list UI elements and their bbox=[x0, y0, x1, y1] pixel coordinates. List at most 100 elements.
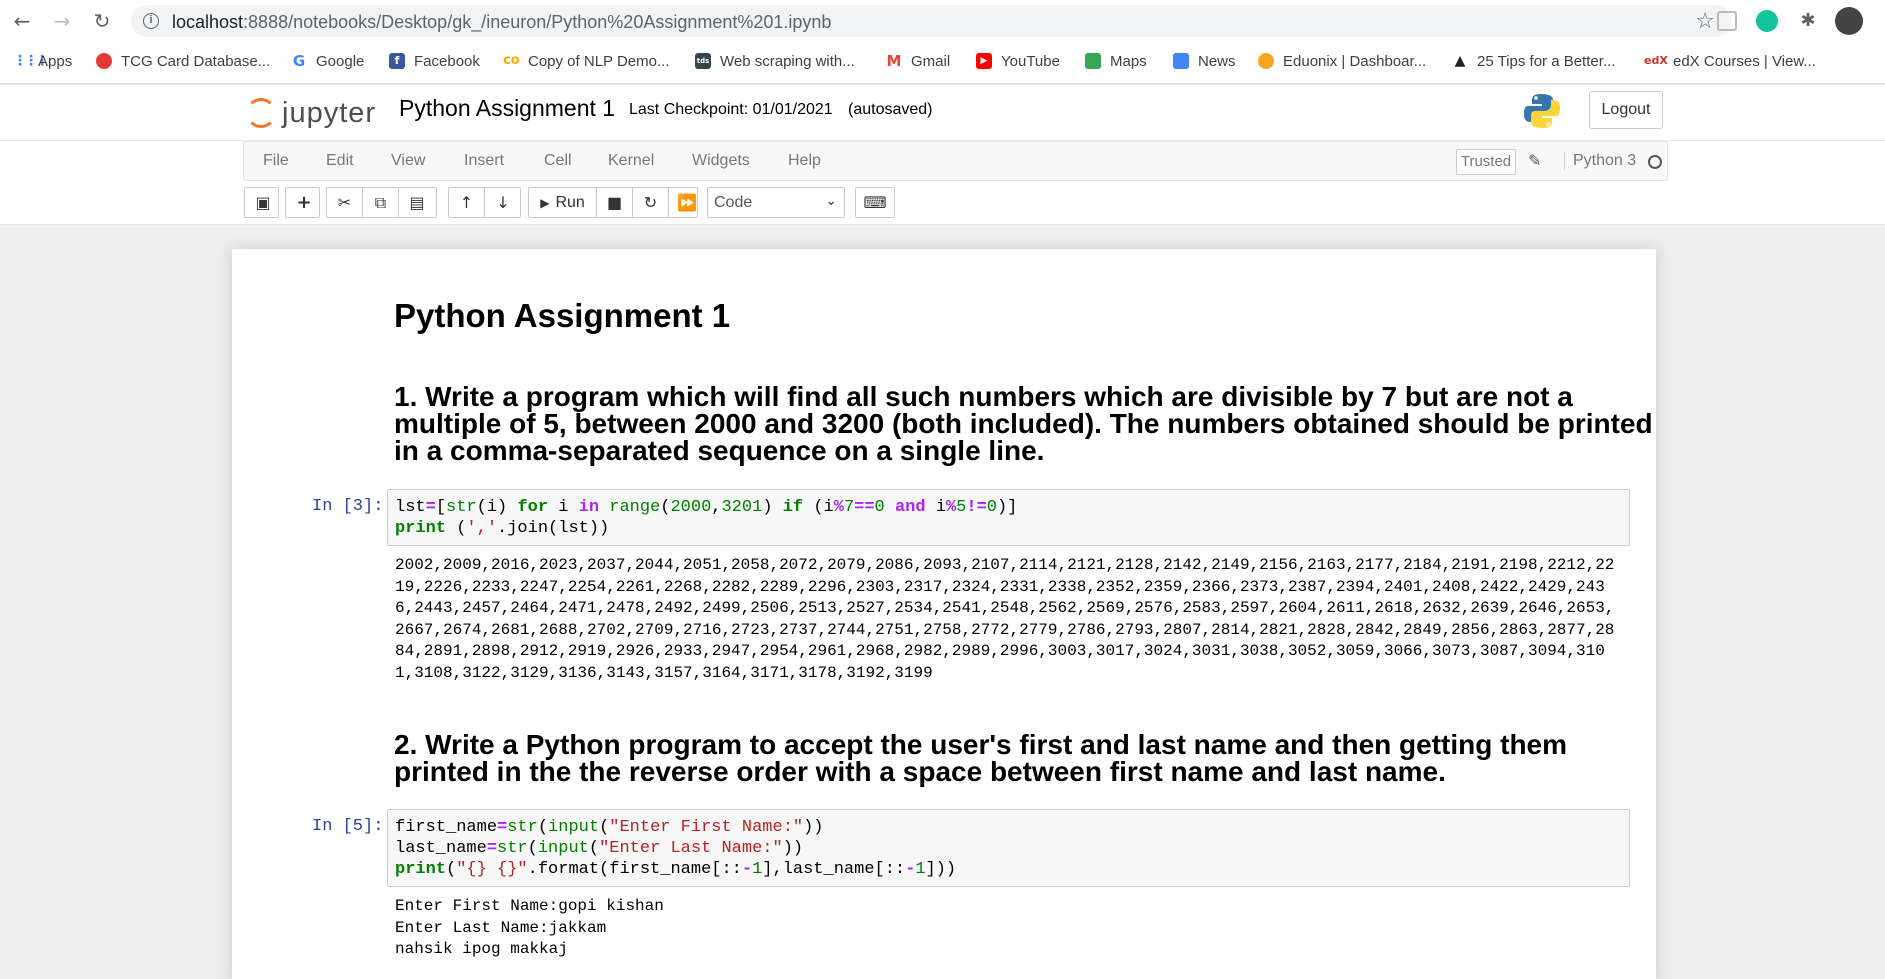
cell-type-select[interactable]: Code ⌄ bbox=[707, 187, 845, 218]
menu-insert[interactable]: Insert bbox=[464, 152, 504, 170]
bookmark-google[interactable]: G Google bbox=[291, 50, 365, 72]
url-text[interactable]: localhost:8888/notebooks/Desktop/gk_/ine… bbox=[172, 12, 831, 33]
avatar[interactable] bbox=[1835, 7, 1863, 35]
copy-icon[interactable]: ⧉ bbox=[363, 188, 399, 217]
bookmark-maps[interactable]: Maps bbox=[1085, 50, 1147, 72]
forward-arrow-icon[interactable]: → bbox=[50, 9, 74, 33]
gmail-icon: M bbox=[886, 52, 902, 70]
menu-help[interactable]: Help bbox=[788, 152, 821, 170]
bookmark-label: Facebook bbox=[414, 52, 480, 70]
facebook-icon: f bbox=[389, 53, 405, 69]
save-icon[interactable]: ▣ bbox=[245, 188, 281, 217]
back-arrow-icon[interactable]: ← bbox=[10, 9, 34, 33]
cell-1-output: 2002,2009,2016,2023,2037,2044,2051,2058,… bbox=[395, 555, 1614, 684]
puzzle-icon[interactable]: ✱ bbox=[1797, 11, 1819, 33]
bookmark-label: Apps bbox=[38, 52, 73, 70]
cell-2-code[interactable]: first_name=str(input("Enter First Name:"… bbox=[395, 817, 956, 880]
bookmark-facebook[interactable]: f Facebook bbox=[389, 50, 480, 72]
kernel-name[interactable]: Python 3 bbox=[1564, 152, 1636, 170]
eduonix-icon bbox=[1258, 53, 1274, 69]
bookmark-label: edX Courses | View... bbox=[1673, 52, 1816, 70]
restart-icon[interactable]: ↻ bbox=[633, 188, 669, 217]
move-up-icon[interactable]: ↑ bbox=[449, 188, 485, 217]
bookmark-label: Gmail bbox=[911, 52, 951, 70]
output-line: 19,2226,2233,2247,2254,2261,2268,2282,22… bbox=[395, 577, 1605, 596]
bookmark-gmail[interactable]: M Gmail bbox=[886, 50, 951, 72]
stop-icon[interactable]: ■ bbox=[597, 188, 633, 217]
jupyter-logo-text: jupyter bbox=[282, 96, 377, 129]
bookmark-label: 25 Tips for a Better... bbox=[1477, 52, 1616, 70]
bookmarks-bar: ⋮⋮⋮ Apps TCG Card Database... G Google f Fa… bbox=[0, 46, 1885, 76]
grammarly-icon[interactable] bbox=[1756, 10, 1778, 32]
python-logo-icon bbox=[1524, 94, 1560, 128]
bookmark-tips[interactable]: ▲ 25 Tips for a Better... bbox=[1452, 50, 1616, 72]
paste-icon[interactable]: ▤ bbox=[399, 188, 435, 217]
bookmark-label: Web scraping with... bbox=[720, 52, 855, 70]
address-bar[interactable]: i localhost:8888/notebooks/Desktop/gk_/i… bbox=[131, 5, 1731, 37]
notebook-name[interactable]: Python Assignment 1 bbox=[399, 95, 615, 122]
bookmark-label: TCG Card Database... bbox=[121, 52, 271, 70]
toolbar-group-insert: + bbox=[285, 187, 320, 218]
reload-icon[interactable]: ↻ bbox=[90, 9, 114, 33]
bookmark-star-icon[interactable]: ☆ bbox=[1695, 9, 1715, 34]
edx-icon: edX bbox=[1644, 54, 1668, 67]
question-2-heading: 2. Write a Python program to accept the … bbox=[394, 729, 1568, 787]
url-path: :8888/notebooks/Desktop/gk_/ineuron/Pyth… bbox=[243, 12, 832, 32]
news-icon bbox=[1173, 53, 1189, 69]
cut-icon[interactable]: ✂ bbox=[327, 188, 363, 217]
cell-1-code[interactable]: lst=[str(i) for i in range(2000,3201) if… bbox=[395, 497, 1017, 539]
output-line: 84,2891,2898,2912,2919,2926,2933,2947,29… bbox=[395, 642, 1605, 660]
run-button[interactable]: ▶ Run bbox=[529, 188, 597, 217]
jupyter-header: jupyter Python Assignment 1 Last Checkpo… bbox=[0, 85, 1885, 141]
menu-widgets[interactable]: Widgets bbox=[692, 152, 750, 170]
add-cell-icon[interactable]: + bbox=[286, 188, 322, 217]
run-label: Run bbox=[555, 193, 585, 211]
browser-chrome: ← → ↻ i localhost:8888/notebooks/Desktop… bbox=[0, 0, 1885, 84]
menu-cell[interactable]: Cell bbox=[544, 152, 572, 170]
bookmark-news[interactable]: News bbox=[1173, 50, 1236, 72]
fast-forward-icon[interactable]: ⏩ bbox=[669, 188, 705, 217]
output-line: nahsik ipog makkaj bbox=[395, 940, 568, 958]
output-line: Enter Last Name:jakkam bbox=[395, 918, 607, 937]
bookmark-edx[interactable]: edX edX Courses | View... bbox=[1644, 50, 1816, 72]
cell-2-prompt: In [5]: bbox=[312, 817, 384, 836]
bookmark-nlp-demo[interactable]: co Copy of NLP Demo... bbox=[503, 50, 669, 72]
info-icon[interactable]: i bbox=[143, 13, 159, 29]
run-icon: ▶ bbox=[540, 195, 550, 210]
bookmark-tcg[interactable]: TCG Card Database... bbox=[96, 50, 270, 72]
logout-button[interactable]: Logout bbox=[1589, 91, 1663, 129]
trusted-indicator[interactable]: Trusted bbox=[1456, 149, 1516, 175]
menu-kernel[interactable]: Kernel bbox=[608, 152, 654, 170]
extension-icon[interactable] bbox=[1717, 11, 1737, 31]
tds-icon: tds bbox=[695, 53, 711, 69]
notebook-title: Python Assignment 1 bbox=[394, 297, 731, 334]
bookmark-apps[interactable]: ⋮⋮⋮ Apps bbox=[13, 50, 72, 72]
menu-edit[interactable]: Edit bbox=[326, 152, 354, 170]
menubar: File Edit View Insert Cell Kernel Widget… bbox=[243, 141, 1668, 181]
pencil-icon[interactable]: ✎ bbox=[1528, 151, 1541, 170]
question-1-heading: 1. Write a program which will find all s… bbox=[394, 381, 1653, 466]
bookmark-label: Google bbox=[316, 52, 365, 70]
checkpoint-status: Last Checkpoint: 01/01/2021 bbox=[629, 101, 833, 118]
bookmark-web-scraping[interactable]: tds Web scraping with... bbox=[695, 50, 855, 72]
menu-view[interactable]: View bbox=[391, 152, 425, 170]
bookmark-label: Maps bbox=[1110, 52, 1147, 70]
jupyter-mark-icon bbox=[246, 98, 276, 128]
jupyter-logo[interactable]: jupyter bbox=[246, 93, 376, 133]
toolbar-group-edit: ✂ ⧉ ▤ bbox=[326, 187, 437, 218]
pokeball-icon bbox=[96, 53, 112, 69]
apps-grid-icon: ⋮⋮⋮ bbox=[13, 53, 49, 69]
move-down-icon[interactable]: ↓ bbox=[485, 188, 521, 217]
graduation-cap-icon: ▲ bbox=[1454, 53, 1466, 69]
toolbar-group-run: ▶ Run ■ ↻ ⏩ bbox=[528, 187, 698, 218]
bookmark-label: YouTube bbox=[1001, 52, 1060, 70]
bookmark-eduonix[interactable]: Eduonix | Dashboar... bbox=[1258, 50, 1426, 72]
output-line: 6,2443,2457,2464,2471,2478,2492,2499,250… bbox=[395, 599, 1615, 617]
kernel-status-icon bbox=[1648, 155, 1662, 169]
keyboard-icon[interactable]: ⌨ bbox=[856, 188, 894, 217]
bookmark-youtube[interactable]: ▶ YouTube bbox=[976, 50, 1060, 72]
menu-file[interactable]: File bbox=[263, 152, 289, 170]
cell-2-output: Enter First Name:gopi kishan Enter Last N… bbox=[395, 896, 664, 961]
address-row: ← → ↻ i localhost:8888/notebooks/Desktop… bbox=[0, 0, 1885, 42]
cell-1-prompt: In [3]: bbox=[312, 497, 384, 516]
